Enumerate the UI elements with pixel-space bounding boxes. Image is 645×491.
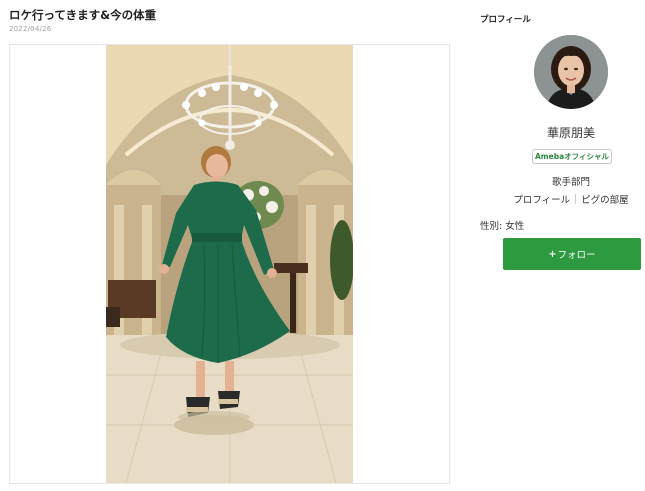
pigg-room-link[interactable]: ピグの部屋 — [581, 195, 629, 206]
profile-links: プロフィール ピグの部屋 — [480, 192, 645, 206]
official-badge: Amebaオフィシャル — [532, 149, 612, 164]
follow-label: フォロー — [557, 250, 596, 261]
plus-icon: + — [548, 248, 557, 260]
profile-link[interactable]: プロフィール — [513, 195, 570, 206]
profile-name[interactable]: 華原朋美 — [480, 124, 645, 141]
profile-gender: 性別: 女性 — [480, 221, 525, 232]
post-date: 2022/04/26 — [9, 25, 52, 33]
profile-avatar[interactable] — [534, 35, 608, 109]
profile-heading: プロフィール — [480, 15, 531, 25]
post-photo-frame — [9, 44, 450, 484]
post-photo[interactable] — [106, 45, 353, 483]
profile-category[interactable]: 歌手部門 — [480, 174, 645, 188]
link-divider — [575, 194, 577, 204]
post-title[interactable]: ロケ行ってきます&今の体重 — [9, 7, 156, 23]
follow-button[interactable]: + フォロー — [503, 238, 641, 270]
